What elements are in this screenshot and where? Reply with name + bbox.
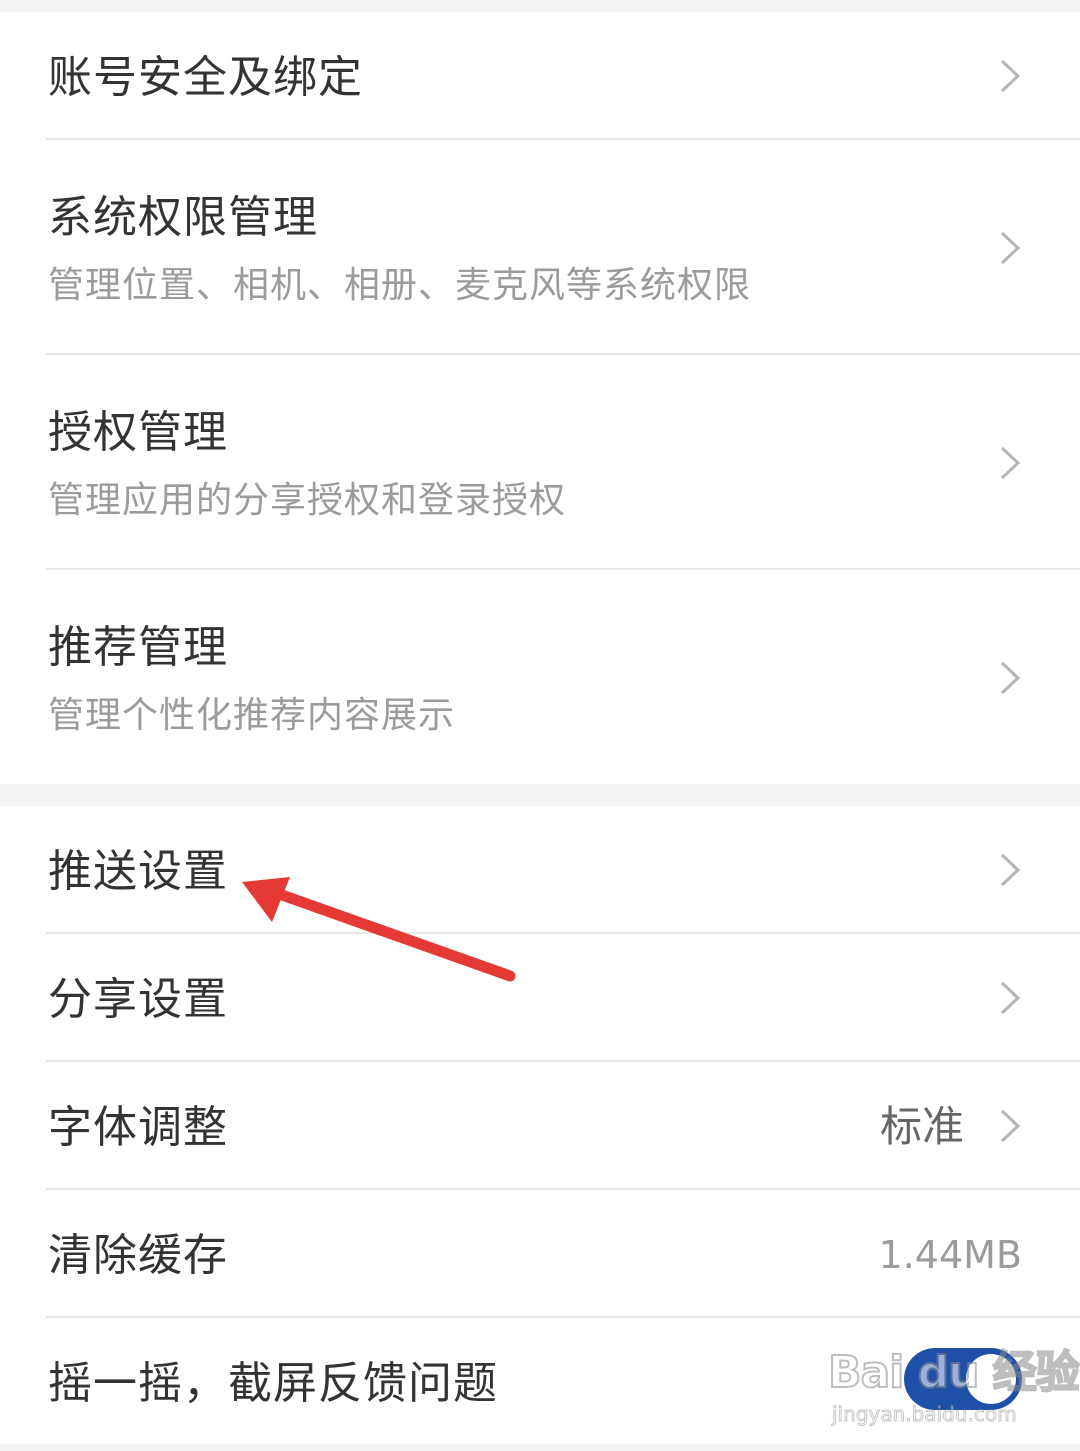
chevron-right-icon bbox=[1000, 446, 1021, 480]
watermark-brand: Bai du 经验 bbox=[827, 1346, 1080, 1399]
settings-row-system-permissions[interactable]: 系统权限管理 管理位置、相机、相册、麦克风等系统权限 bbox=[0, 140, 1080, 355]
row-subtitle: 管理位置、相机、相册、麦克风等系统权限 bbox=[48, 265, 752, 306]
font-size-value: 标准 bbox=[879, 1102, 964, 1151]
row-title: 账号安全及绑定 bbox=[48, 52, 363, 103]
row-title: 摇一摇，截屏反馈问题 bbox=[48, 1358, 498, 1409]
chevron-right-icon bbox=[1000, 853, 1021, 887]
settings-row-share[interactable]: 分享设置 bbox=[0, 934, 1080, 1062]
row-title: 系统权限管理 bbox=[48, 192, 318, 243]
chevron-right-icon bbox=[1000, 661, 1021, 695]
row-subtitle: 管理应用的分享授权和登录授权 bbox=[48, 480, 567, 521]
settings-row-authorization[interactable]: 授权管理 管理应用的分享授权和登录授权 bbox=[0, 355, 1080, 570]
row-title: 清除缓存 bbox=[48, 1230, 228, 1281]
row-title: 授权管理 bbox=[48, 407, 228, 458]
chevron-right-icon bbox=[1000, 59, 1021, 93]
row-subtitle: 管理个性化推荐内容展示 bbox=[48, 695, 456, 736]
row-title: 字体调整 bbox=[48, 1102, 228, 1153]
settings-row-account-security[interactable]: 账号安全及绑定 bbox=[0, 12, 1080, 140]
row-title: 推荐管理 bbox=[48, 622, 228, 673]
chevron-right-icon bbox=[1000, 1109, 1021, 1143]
settings-row-recommendation[interactable]: 推荐管理 管理个性化推荐内容展示 bbox=[0, 570, 1080, 784]
settings-row-push[interactable]: 推送设置 bbox=[0, 806, 1080, 934]
row-title: 推送设置 bbox=[48, 846, 228, 897]
cache-size-value: 1.44MB bbox=[878, 1233, 1022, 1277]
settings-row-font-size[interactable]: 字体调整 标准 bbox=[0, 1062, 1080, 1190]
baidu-jingyan-watermark: Bai du 经验 jingyan.baidu.com bbox=[827, 1330, 1080, 1430]
chevron-right-icon bbox=[1000, 981, 1021, 1015]
chevron-right-icon bbox=[1000, 231, 1021, 265]
settings-group-privacy: 账号安全及绑定 系统权限管理 管理位置、相机、相册、麦克风等系统权限 授权管理 … bbox=[0, 12, 1080, 784]
settings-row-clear-cache[interactable]: 清除缓存 1.44MB bbox=[0, 1190, 1080, 1318]
watermark-url: jingyan.baidu.com bbox=[832, 1402, 1018, 1427]
settings-page: 账号安全及绑定 系统权限管理 管理位置、相机、相册、麦克风等系统权限 授权管理 … bbox=[0, 0, 1080, 1451]
row-title: 分享设置 bbox=[48, 974, 228, 1025]
